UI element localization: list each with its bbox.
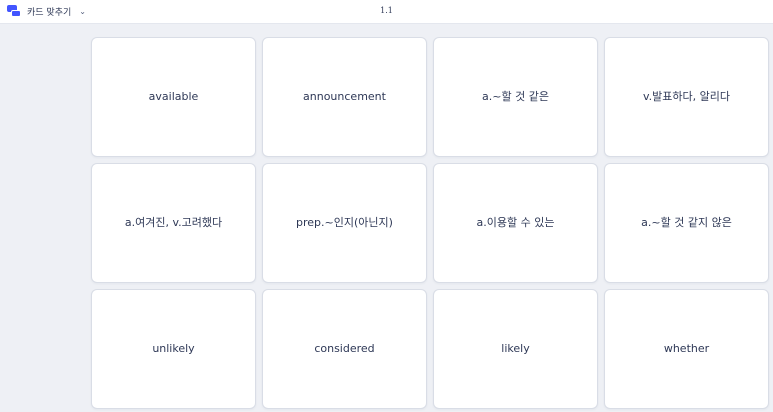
card-term: considered bbox=[314, 341, 375, 355]
match-card[interactable]: likely bbox=[433, 289, 598, 409]
card-definition: a.이용할 수 있는 bbox=[476, 215, 555, 229]
match-card[interactable]: unlikely bbox=[91, 289, 256, 409]
match-card[interactable]: prep.~인지(아닌지) bbox=[262, 163, 427, 283]
card-term: whether bbox=[663, 341, 710, 355]
card-term: unlikely bbox=[152, 341, 195, 355]
match-card[interactable]: available bbox=[91, 37, 256, 157]
match-card[interactable]: a.~할 것 같은 bbox=[433, 37, 598, 157]
match-card[interactable]: a.여겨진, v.고려했다 bbox=[91, 163, 256, 283]
match-card[interactable]: v.발표하다, 알리다 bbox=[604, 37, 769, 157]
match-card[interactable]: whether bbox=[604, 289, 769, 409]
match-card-grid: available announcement a.~할 것 같은 v.발표하다,… bbox=[91, 37, 769, 409]
card-definition: a.~할 것 같은 bbox=[482, 89, 549, 103]
card-definition: a.~할 것 같지 않은 bbox=[641, 215, 732, 229]
match-card[interactable]: a.~할 것 같지 않은 bbox=[604, 163, 769, 283]
card-definition: a.여겨진, v.고려했다 bbox=[124, 215, 223, 229]
progress-counter: 1.1 bbox=[380, 6, 393, 15]
card-term: available bbox=[148, 89, 199, 103]
match-card[interactable]: announcement bbox=[262, 37, 427, 157]
match-card[interactable]: a.이용할 수 있는 bbox=[433, 163, 598, 283]
top-bar: 카드 맞추기 ⌄ 1.1 bbox=[0, 0, 773, 24]
card-term: likely bbox=[501, 341, 530, 355]
card-definition: prep.~인지(아닌지) bbox=[296, 215, 393, 229]
card-definition: v.발표하다, 알리다 bbox=[643, 89, 730, 103]
card-term: announcement bbox=[303, 89, 386, 103]
match-card[interactable]: considered bbox=[262, 289, 427, 409]
